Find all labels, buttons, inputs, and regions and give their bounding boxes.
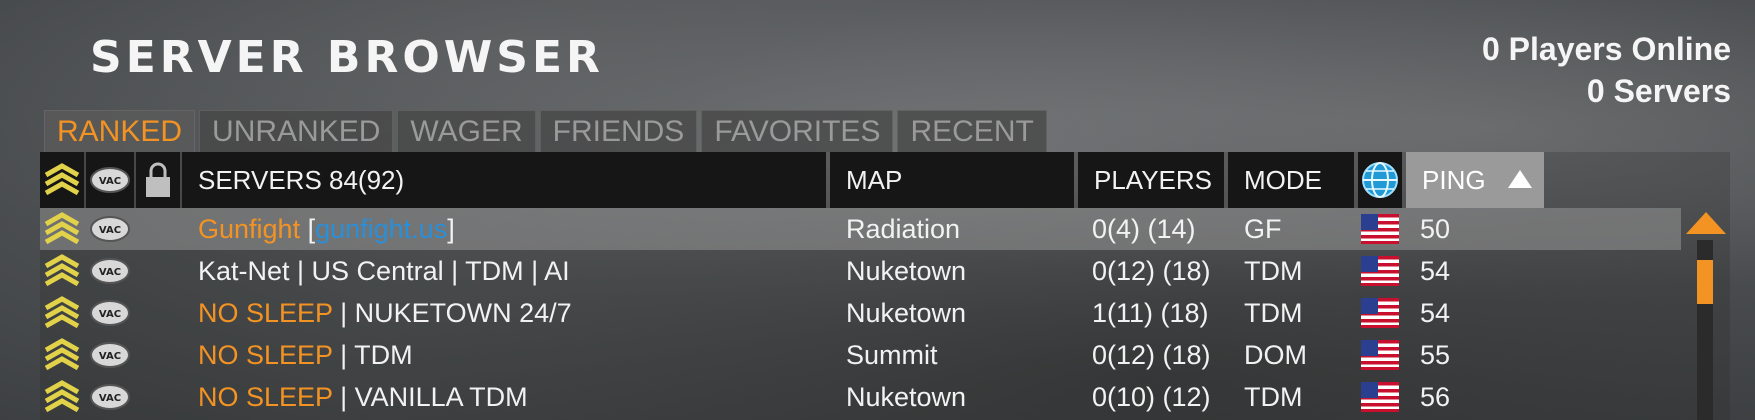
- server-map: Nuketown: [846, 382, 967, 412]
- server-row[interactable]: VAC Kat-Net | US Central | TDM | AI Nuke…: [40, 250, 1681, 292]
- us-flag-icon: [1361, 298, 1399, 328]
- rank-chevron-icon: [44, 254, 80, 287]
- server-name-prefix: NO SLEEP: [198, 340, 333, 370]
- vac-icon: VAC: [90, 342, 130, 368]
- vac-icon: VAC: [90, 216, 130, 242]
- server-mode: TDM: [1244, 298, 1303, 328]
- column-header-map[interactable]: MAP: [830, 152, 1074, 208]
- server-name: NO SLEEP | NUKETOWN 24/7: [198, 292, 572, 334]
- server-map: Nuketown: [846, 256, 967, 286]
- server-map: Nuketown: [846, 298, 967, 328]
- server-row[interactable]: VAC NO SLEEP | VANILLA TDM Nuketown 0(10…: [40, 376, 1681, 418]
- scroll-up-arrow-icon[interactable]: [1682, 208, 1730, 238]
- us-flag-icon: [1361, 214, 1399, 244]
- server-ping: 55: [1420, 340, 1451, 370]
- server-name-link[interactable]: gunfight.us: [315, 214, 447, 244]
- servers-count: 0 Servers: [1586, 73, 1731, 109]
- server-name-prefix: NO SLEEP: [198, 298, 333, 328]
- server-row[interactable]: VAC NO SLEEP | NUKETOWN 24/7 Nuketown 1(…: [40, 292, 1681, 334]
- column-header-lock[interactable]: [136, 152, 180, 208]
- us-flag-icon: [1361, 256, 1399, 286]
- server-name-prefix: NO SLEEP: [198, 382, 333, 412]
- server-name-text: | VANILLA TDM: [332, 382, 528, 412]
- svg-text:VAC: VAC: [99, 393, 121, 404]
- us-flag-icon: [1361, 340, 1399, 370]
- server-name-text: Kat-Net | US Central | TDM | AI: [198, 256, 570, 286]
- globe-icon: [1362, 162, 1398, 198]
- column-header-ping[interactable]: PING: [1406, 152, 1544, 208]
- us-flag-icon: [1361, 382, 1399, 412]
- tab-ranked[interactable]: RANKED: [44, 110, 196, 152]
- rank-chevron-icon: [44, 338, 80, 371]
- players-header-label: PLAYERS: [1094, 165, 1213, 195]
- rank-chevron-icon: [44, 163, 80, 196]
- vac-icon: VAC: [90, 258, 130, 284]
- server-list-panel: VAC SERVERS 84(92) MAP PLAYERS MODE PING: [40, 152, 1730, 420]
- vac-icon: VAC: [90, 384, 130, 410]
- server-row[interactable]: VAC NO SLEEP | TDM Summit 0(12) (18) DOM…: [40, 334, 1681, 376]
- map-header-label: MAP: [846, 165, 903, 195]
- svg-text:VAC: VAC: [99, 225, 121, 236]
- server-players: 0(10) (12): [1092, 382, 1211, 412]
- vac-icon: VAC: [90, 167, 130, 193]
- mode-header-label: MODE: [1244, 165, 1322, 195]
- tab-bar: RANKED UNRANKED WAGER FRIENDS FAVORITES …: [44, 110, 1047, 152]
- server-name: NO SLEEP | VANILLA TDM: [198, 376, 528, 418]
- tab-recent[interactable]: RECENT: [897, 110, 1047, 152]
- server-players: 0(4) (14): [1092, 214, 1196, 244]
- rank-chevron-icon: [44, 212, 80, 245]
- column-header-vac[interactable]: VAC: [86, 152, 134, 208]
- column-header-players[interactable]: PLAYERS: [1078, 152, 1224, 208]
- svg-text:VAC: VAC: [99, 176, 121, 187]
- vac-icon: VAC: [90, 300, 130, 326]
- server-name-text: [: [300, 214, 316, 244]
- server-mode: DOM: [1244, 340, 1307, 370]
- svg-text:VAC: VAC: [99, 351, 121, 362]
- server-name-text: | TDM: [332, 340, 413, 370]
- column-header-mode[interactable]: MODE: [1228, 152, 1354, 208]
- tab-unranked[interactable]: UNRANKED: [199, 110, 394, 152]
- svg-text:VAC: VAC: [99, 267, 121, 278]
- column-header-region[interactable]: [1358, 152, 1402, 208]
- server-ping: 50: [1420, 214, 1451, 244]
- rank-chevron-icon: [44, 296, 80, 329]
- column-header-rank[interactable]: [40, 152, 84, 208]
- server-name-prefix: Gunfight: [198, 214, 301, 244]
- sort-ascending-icon: [1508, 170, 1532, 188]
- server-name: Kat-Net | US Central | TDM | AI: [198, 250, 570, 292]
- page-title: SERVER BROWSER: [90, 32, 604, 83]
- online-stats: 0 Players Online 0 Servers: [1482, 28, 1731, 112]
- tab-favorites[interactable]: FAVORITES: [701, 110, 894, 152]
- scrollbar-thumb[interactable]: [1697, 260, 1713, 304]
- rank-chevron-icon: [44, 380, 80, 413]
- tab-friends[interactable]: FRIENDS: [539, 110, 698, 152]
- server-name-text: | NUKETOWN 24/7: [332, 298, 572, 328]
- server-ping: 54: [1420, 298, 1451, 328]
- server-players: 0(12) (18): [1092, 340, 1211, 370]
- server-map: Summit: [846, 340, 938, 370]
- server-name-suffix: ]: [447, 214, 455, 244]
- servers-header-label: SERVERS 84(92): [198, 165, 405, 195]
- server-map: Radiation: [846, 214, 961, 244]
- server-mode: TDM: [1244, 256, 1303, 286]
- server-row[interactable]: VAC Gunfight [gunfight.us] Radiation 0(4…: [40, 208, 1681, 250]
- server-mode: TDM: [1244, 382, 1303, 412]
- server-name: NO SLEEP | TDM: [198, 334, 413, 376]
- svg-text:VAC: VAC: [99, 309, 121, 320]
- column-header-servers[interactable]: SERVERS 84(92): [182, 152, 826, 208]
- server-name: Gunfight [gunfight.us]: [198, 208, 455, 250]
- server-ping: 54: [1420, 256, 1451, 286]
- server-players: 1(11) (18): [1092, 298, 1209, 328]
- server-ping: 56: [1420, 382, 1451, 412]
- players-online-count: 0 Players Online: [1481, 31, 1731, 67]
- server-mode: GF: [1244, 214, 1282, 244]
- tab-wager[interactable]: WAGER: [397, 110, 536, 152]
- lock-icon: [146, 162, 170, 197]
- server-players: 0(12) (18): [1092, 256, 1211, 286]
